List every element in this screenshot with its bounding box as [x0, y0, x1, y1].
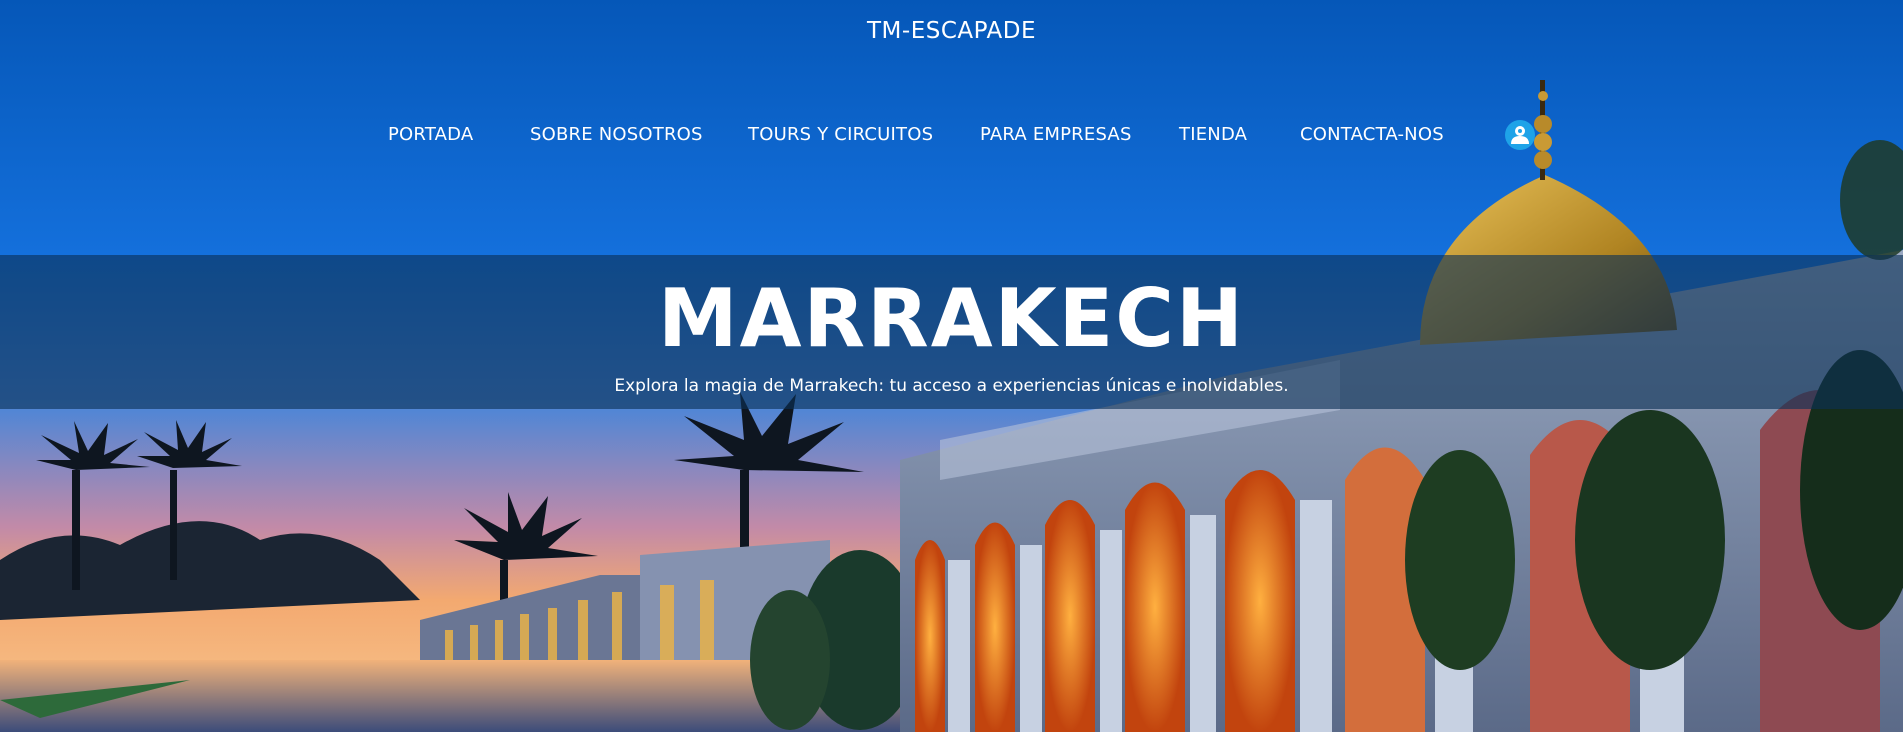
- hero-subheadline: Explora la magia de Marrakech: tu acceso…: [614, 376, 1289, 396]
- nav-item-sobre-nosotros[interactable]: SOBRE NOSOTROS: [530, 124, 703, 145]
- nav-item-contacta-nos[interactable]: CONTACTA-NOS: [1300, 124, 1444, 145]
- user-icon: [1511, 126, 1529, 144]
- main-nav: PORTADA SOBRE NOSOTROS TOURS Y CIRCUITOS…: [0, 124, 1903, 150]
- nav-item-portada[interactable]: PORTADA: [388, 124, 473, 145]
- nav-item-tours-y-circuitos[interactable]: TOURS Y CIRCUITOS: [748, 124, 933, 145]
- nav-item-para-empresas[interactable]: PARA EMPRESAS: [980, 124, 1132, 145]
- account-button[interactable]: [1505, 120, 1535, 150]
- nav-item-tienda[interactable]: TIENDA: [1179, 124, 1247, 145]
- site-title[interactable]: TM-ESCAPADE: [0, 18, 1903, 44]
- hero-headline: MARRAKECH: [658, 272, 1245, 365]
